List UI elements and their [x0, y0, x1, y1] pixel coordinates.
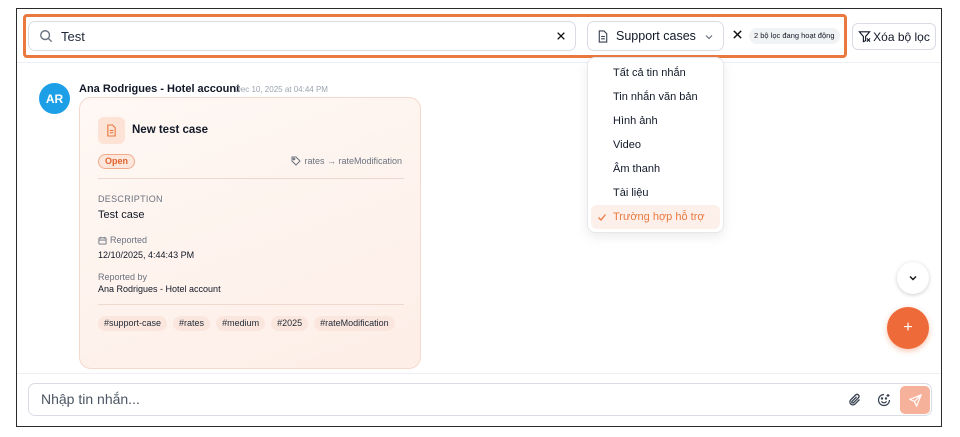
description-value: Test case: [98, 209, 145, 221]
dropdown-item-text[interactable]: Tin nhắn văn bản: [588, 85, 723, 109]
dropdown-item-audio[interactable]: Âm thanh: [588, 157, 723, 181]
message-type-select[interactable]: Support cases: [587, 21, 724, 51]
dropdown-item-documents[interactable]: Tài liệu: [588, 181, 723, 205]
reported-label: Reported: [98, 235, 147, 245]
chevron-down-icon: [704, 32, 714, 42]
reported-by-value: Ana Rodrigues - Hotel account: [98, 284, 221, 294]
message-input[interactable]: [41, 391, 821, 407]
hashtag-list: #support-case #rates #medium #2025 #rate…: [98, 316, 398, 331]
dropdown-item-video[interactable]: Video: [588, 133, 723, 157]
filter-off-icon: [858, 30, 871, 43]
clear-search-icon[interactable]: [554, 29, 568, 43]
scroll-to-bottom-button[interactable]: [897, 262, 929, 294]
composer-bar: [17, 373, 941, 426]
reported-label-text: Reported: [110, 235, 148, 245]
calendar-icon: [98, 236, 107, 245]
dropdown-item-support-cases[interactable]: Trường hợp hỗ trợ: [591, 205, 720, 229]
paperclip-icon[interactable]: [848, 393, 862, 407]
hashtag[interactable]: #support-case: [98, 316, 168, 331]
avatar: AR: [39, 83, 70, 114]
remove-filter-icon[interactable]: [732, 29, 744, 41]
case-document-icon: [98, 117, 125, 144]
filter-toolbar: Support cases 2 bộ lọc đang hoạt động Xó…: [17, 9, 941, 63]
active-filters-badge: 2 bộ lọc đang hoạt động: [749, 28, 840, 44]
chevron-down-icon: [909, 276, 917, 281]
reported-value: 12/10/2025, 4:44:43 PM: [98, 250, 195, 260]
sender-name: Ana Rodrigues - Hotel account: [79, 83, 240, 95]
card-divider: [98, 178, 404, 179]
reported-by-label: Reported by: [98, 272, 148, 282]
support-case-card[interactable]: New test case Open rates → rateModificat…: [79, 97, 421, 369]
document-icon: [597, 29, 609, 43]
send-icon: [908, 393, 922, 407]
chat-window: Support cases 2 bộ lọc đang hoạt động Xó…: [16, 8, 942, 427]
hashtag[interactable]: #medium: [216, 316, 266, 331]
message-timestamp: Dec 10, 2025 at 04:44 PM: [235, 85, 328, 94]
category-flow-text: rates → rateModification: [304, 156, 402, 166]
composer: [28, 383, 932, 416]
search-box[interactable]: [28, 21, 576, 51]
add-button[interactable]: +: [887, 307, 929, 349]
selected-type-label: Support cases: [616, 29, 696, 43]
search-icon: [39, 29, 53, 43]
check-icon: [597, 212, 607, 222]
hashtag[interactable]: #rates: [173, 316, 211, 331]
clear-filters-button[interactable]: Xóa bộ lọc: [852, 23, 936, 50]
tag-icon: [291, 156, 302, 166]
search-input[interactable]: [61, 28, 531, 44]
hashtag[interactable]: #rateModification: [314, 316, 395, 331]
emoji-icon[interactable]: [877, 393, 891, 407]
category-flow: rates → rateModification: [291, 156, 402, 166]
hashtag[interactable]: #2025: [271, 316, 309, 331]
case-title: New test case: [132, 124, 209, 136]
send-button[interactable]: [900, 386, 930, 414]
dropdown-item-images[interactable]: Hình ảnh: [588, 109, 723, 133]
card-divider: [98, 304, 404, 305]
message-type-dropdown: Tất cả tin nhắn Tin nhắn văn bản Hình ản…: [587, 57, 724, 233]
description-label: DESCRIPTION: [98, 194, 163, 204]
status-badge: Open: [98, 154, 136, 169]
dropdown-item-all[interactable]: Tất cả tin nhắn: [588, 61, 723, 85]
clear-filters-label: Xóa bộ lọc: [873, 29, 930, 44]
dropdown-item-label: Trường hợp hỗ trợ: [613, 211, 705, 223]
